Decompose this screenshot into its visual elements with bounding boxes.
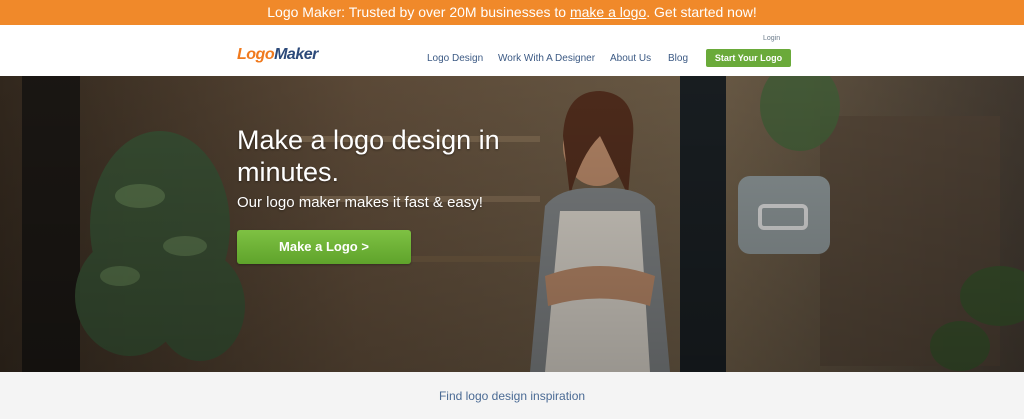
promo-make-logo-link[interactable]: make a logo [570, 4, 646, 20]
nav-about-us[interactable]: About Us [610, 53, 651, 64]
hero-subtitle: Our logo maker makes it fast & easy! [237, 194, 483, 211]
promo-text: Logo Maker: Trusted by over 20M business… [267, 4, 570, 20]
hero-title: Make a logo design in minutes. [237, 125, 500, 187]
find-inspiration-link[interactable]: Find logo design inspiration [0, 389, 1024, 403]
hero-photo [0, 76, 1024, 372]
login-link[interactable]: Login [763, 35, 780, 42]
logomaker-logo[interactable]: LogoMaker [237, 46, 318, 64]
inspiration-section: Find logo design inspiration [0, 372, 1024, 419]
promo-banner: Logo Maker: Trusted by over 20M business… [0, 0, 1024, 25]
nav-work-with-designer[interactable]: Work With A Designer [498, 53, 595, 64]
make-a-logo-button[interactable]: Make a Logo > [237, 230, 411, 264]
site-header: LogoMaker Login Logo Design Work With A … [0, 25, 1024, 76]
nav-logo-design[interactable]: Logo Design [427, 53, 483, 64]
promo-text-end: . Get started now! [646, 4, 757, 20]
nav-blog[interactable]: Blog [668, 53, 688, 64]
logo-part-maker: Maker [274, 46, 318, 63]
start-your-logo-button[interactable]: Start Your Logo [706, 49, 791, 67]
logo-part-logo: Logo [237, 46, 275, 63]
hero-section: Make a logo design in minutes. Our logo … [0, 76, 1024, 372]
